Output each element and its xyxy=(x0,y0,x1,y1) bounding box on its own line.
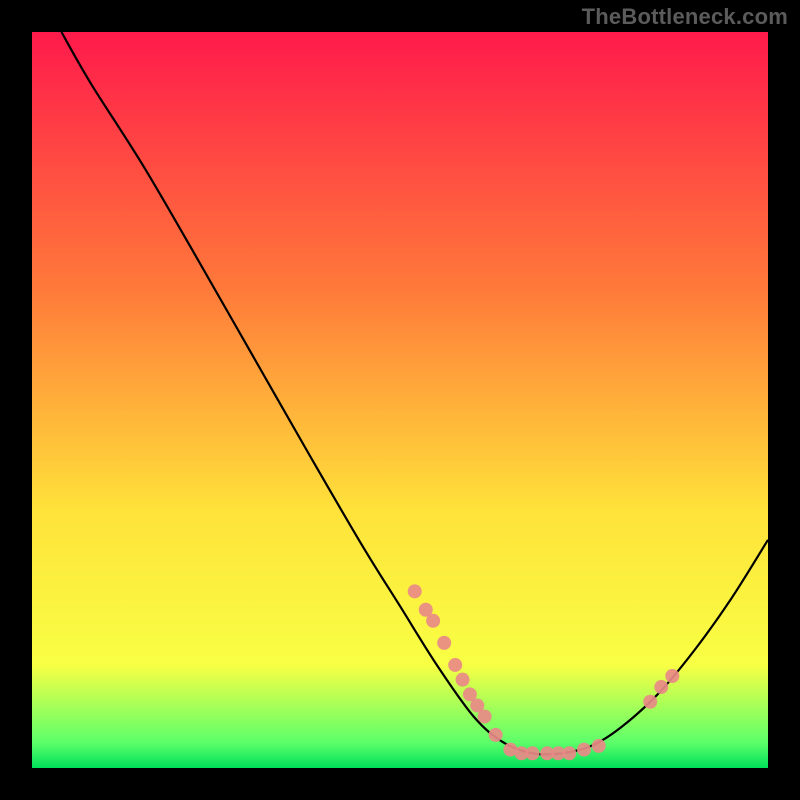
data-marker xyxy=(489,728,503,742)
chart-svg xyxy=(32,32,768,768)
gradient-background xyxy=(32,32,768,768)
chart-container: TheBottleneck.com xyxy=(0,0,800,800)
data-marker xyxy=(456,673,470,687)
data-marker xyxy=(437,636,451,650)
data-marker xyxy=(562,746,576,760)
data-marker xyxy=(525,746,539,760)
data-marker xyxy=(654,680,668,694)
data-marker xyxy=(448,658,462,672)
data-marker xyxy=(643,695,657,709)
data-marker xyxy=(577,743,591,757)
data-marker xyxy=(665,669,679,683)
data-marker xyxy=(478,709,492,723)
plot-area xyxy=(32,32,768,768)
attribution-text: TheBottleneck.com xyxy=(582,4,788,30)
data-marker xyxy=(592,739,606,753)
data-marker xyxy=(408,584,422,598)
data-marker xyxy=(426,614,440,628)
